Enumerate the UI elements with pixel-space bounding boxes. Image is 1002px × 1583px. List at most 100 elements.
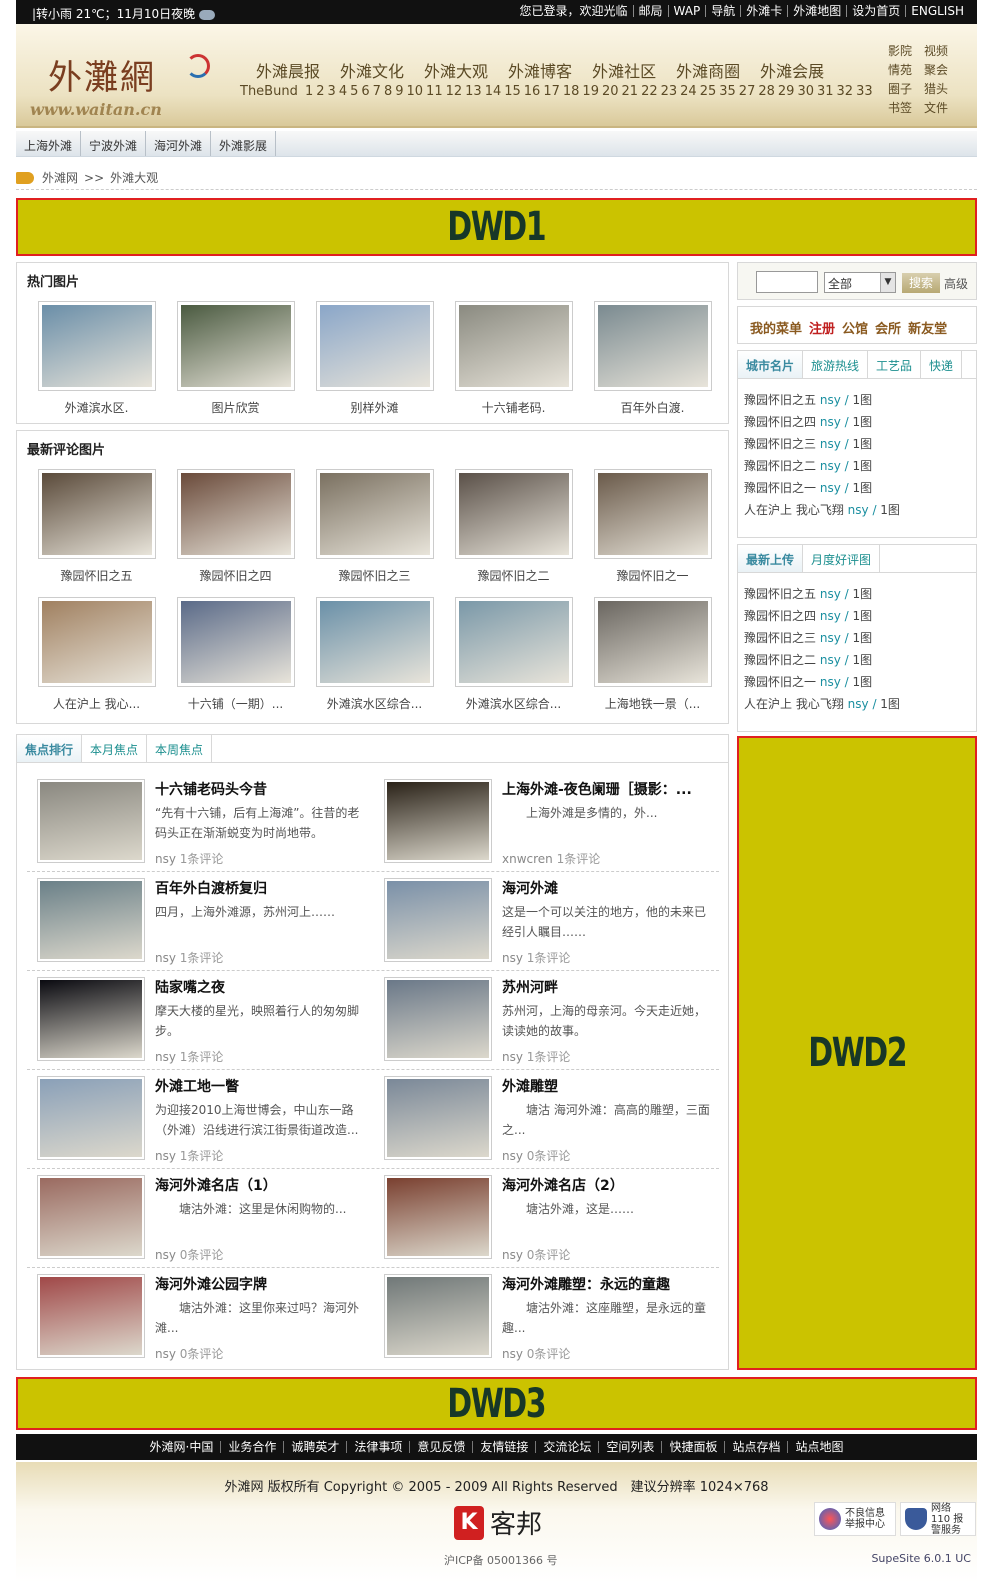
bund-number-link[interactable]: 4 <box>339 84 347 99</box>
bund-number-link[interactable]: 35 <box>719 84 736 99</box>
focus-title[interactable]: 外滩雕塑 <box>502 1076 712 1096</box>
focus-thumb[interactable] <box>384 1274 492 1358</box>
bund-number-link[interactable]: 5 <box>350 84 358 99</box>
bund-number-link[interactable]: 16 <box>524 84 541 99</box>
tab-city-card[interactable]: 城市名片 <box>738 351 804 378</box>
focus-thumb[interactable] <box>37 779 145 863</box>
list-item-title[interactable]: 豫园怀旧之三 <box>744 631 816 645</box>
focus-author[interactable]: nsy <box>502 1050 523 1064</box>
bund-number-link[interactable]: 13 <box>465 84 482 99</box>
side-link[interactable]: 聚会 <box>924 61 956 78</box>
focus-thumb[interactable] <box>37 1076 145 1160</box>
list-item-title[interactable]: 豫园怀旧之四 <box>744 609 816 623</box>
focus-comments[interactable]: 0条评论 <box>527 1347 571 1361</box>
tab-focus-rank[interactable]: 焦点排行 <box>17 735 83 762</box>
thumb-caption[interactable]: 别样外滩 <box>305 399 444 416</box>
focus-item[interactable]: 外滩雕塑 塘沽 海河外滩：高高的雕塑，三面之... nsy 0条评论 <box>374 1072 720 1170</box>
list-item-author[interactable]: nsy <box>820 481 841 495</box>
bund-number-link[interactable]: 24 <box>680 84 697 99</box>
list-item-author[interactable]: nsy <box>848 503 869 517</box>
advanced-search-link[interactable]: 高级 <box>944 275 968 292</box>
bund-number-link[interactable]: 25 <box>700 84 717 99</box>
focus-author[interactable]: nsy <box>502 1248 523 1262</box>
list-item[interactable]: 豫园怀旧之一 nsy / 1图 <box>744 477 900 499</box>
focus-image[interactable] <box>40 980 142 1058</box>
subnav-item[interactable]: 海河外滩 <box>146 131 212 156</box>
list-item-title[interactable]: 豫园怀旧之一 <box>744 481 816 495</box>
focus-author[interactable]: nsy <box>155 951 176 965</box>
side-link[interactable]: 猎头 <box>924 80 956 97</box>
thumb-image[interactable] <box>180 305 291 387</box>
picture-thumb[interactable]: 百年外白渡. <box>583 301 722 416</box>
nav-item[interactable]: 外滩晨报 <box>256 58 320 82</box>
thumb-caption[interactable]: 豫园怀旧之四 <box>166 567 305 584</box>
focus-image[interactable] <box>387 881 489 959</box>
top-link-map[interactable]: 外滩地图 <box>787 5 846 17</box>
list-item[interactable]: 人在沪上 我心飞翔 nsy / 1图 <box>744 693 900 715</box>
picture-thumb[interactable]: 图片欣赏 <box>166 301 305 416</box>
ad-banner-dwd3[interactable]: DWD3 <box>16 1377 977 1430</box>
thumb-image[interactable] <box>319 473 430 555</box>
police-110-badge[interactable]: 网络 110 报警服务 <box>900 1502 976 1536</box>
focus-comments[interactable]: 0条评论 <box>527 1248 571 1262</box>
focus-author[interactable]: nsy <box>155 852 176 866</box>
picture-thumb[interactable]: 外滩滨水区综合... <box>444 597 583 712</box>
picture-thumb[interactable]: 豫园怀旧之四 <box>166 469 305 584</box>
bund-number-link[interactable]: 17 <box>543 84 560 99</box>
ad-banner-dwd2[interactable]: DWD2 <box>737 736 977 1370</box>
focus-item[interactable]: 百年外白渡桥复归 四月，上海外滩源，苏州河上…… nsy 1条评论 <box>27 874 373 972</box>
subnav-item[interactable]: 外滩影展 <box>211 131 277 156</box>
list-item-title[interactable]: 豫园怀旧之五 <box>744 393 816 407</box>
nav-item[interactable]: 外滩商圈 <box>676 58 740 82</box>
focus-author[interactable]: nsy <box>502 1149 523 1163</box>
focus-title[interactable]: 陆家嘴之夜 <box>155 977 365 997</box>
thumb-caption[interactable]: 豫园怀旧之一 <box>583 567 722 584</box>
focus-image[interactable] <box>40 1178 142 1256</box>
thumb-caption[interactable]: 十六铺老码. <box>444 399 583 416</box>
thumb-frame[interactable] <box>593 301 712 391</box>
focus-author[interactable]: nsy <box>155 1248 176 1262</box>
thumb-caption[interactable]: 外滩滨水区综合... <box>444 695 583 712</box>
thumb-frame[interactable] <box>593 469 712 559</box>
top-link-mail[interactable]: 邮局 <box>632 5 668 17</box>
list-item[interactable]: 豫园怀旧之一 nsy / 1图 <box>744 671 900 693</box>
bund-number-link[interactable]: 22 <box>641 84 658 99</box>
sponsor-logo[interactable]: K 客邦 <box>454 1504 542 1541</box>
bund-number-link[interactable]: 23 <box>661 84 678 99</box>
list-item-author[interactable]: nsy <box>820 415 841 429</box>
thumb-image[interactable] <box>319 601 430 683</box>
picture-thumb[interactable]: 别样外滩 <box>305 301 444 416</box>
focus-title[interactable]: 上海外滩-夜色阑珊［摄影：... <box>502 779 712 799</box>
thumb-frame[interactable] <box>315 301 434 391</box>
nav-item[interactable]: 外滩文化 <box>340 58 404 82</box>
top-link-card[interactable]: 外滩卡 <box>740 5 787 17</box>
picture-thumb[interactable]: 豫园怀旧之三 <box>305 469 444 584</box>
focus-thumb[interactable] <box>384 1076 492 1160</box>
focus-thumb[interactable] <box>384 878 492 962</box>
focus-image[interactable] <box>387 782 489 860</box>
focus-image[interactable] <box>387 1277 489 1355</box>
icp-number[interactable]: 沪ICP备 05001366 号 <box>444 1552 558 1568</box>
bund-number-link[interactable]: 31 <box>817 84 834 99</box>
list-item-author[interactable]: nsy <box>820 675 841 689</box>
thumb-image[interactable] <box>597 601 708 683</box>
focus-comments[interactable]: 1条评论 <box>180 852 224 866</box>
picture-thumb[interactable]: 人在沪上 我心... <box>27 597 166 712</box>
bund-number-link[interactable]: 3 <box>328 84 336 99</box>
focus-title[interactable]: 苏州河畔 <box>502 977 712 997</box>
thumb-frame[interactable] <box>37 301 156 391</box>
bund-number-link[interactable]: 12 <box>446 84 463 99</box>
list-item[interactable]: 豫园怀旧之三 nsy / 1图 <box>744 433 900 455</box>
nav-item[interactable]: 外滩会展 <box>760 58 824 82</box>
footer-nav-link[interactable]: 快捷面板 <box>661 1441 724 1453</box>
thumb-caption[interactable]: 图片欣赏 <box>166 399 305 416</box>
bund-number-link[interactable]: 28 <box>758 84 775 99</box>
thumb-frame[interactable] <box>37 597 156 687</box>
bund-number-link[interactable]: 11 <box>426 84 443 99</box>
focus-thumb[interactable] <box>37 878 145 962</box>
thumb-image[interactable] <box>41 305 152 387</box>
list-item-author[interactable]: nsy <box>820 631 841 645</box>
focus-comments[interactable]: 1条评论 <box>180 1050 224 1064</box>
thumb-image[interactable] <box>41 601 152 683</box>
focus-image[interactable] <box>40 782 142 860</box>
